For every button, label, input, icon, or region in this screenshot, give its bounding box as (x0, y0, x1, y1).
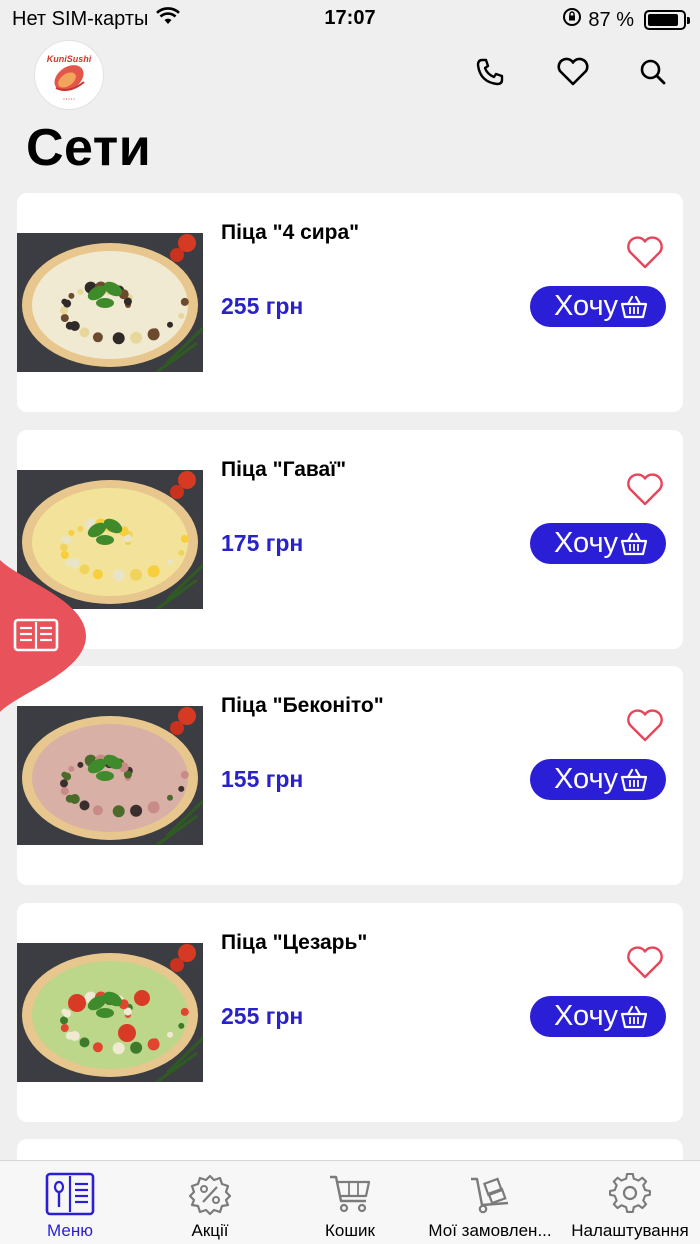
want-button[interactable]: Хочу (530, 996, 666, 1037)
battery-percent: 87 % (588, 8, 634, 31)
want-button[interactable]: Хочу (530, 523, 666, 564)
favorite-heart-icon[interactable] (625, 708, 665, 744)
product-card[interactable]: Піца "4 сира" 255 грн Хочу (17, 193, 683, 412)
cart-icon (325, 1171, 375, 1217)
want-button[interactable]: Хочу (530, 759, 666, 800)
menu-book-icon (45, 1171, 95, 1217)
settings-icon (605, 1171, 655, 1217)
tab-settings[interactable]: Налаштування (560, 1161, 700, 1244)
battery-icon (644, 10, 690, 30)
catalog-side-tab[interactable] (0, 560, 88, 712)
search-icon[interactable] (635, 54, 671, 90)
bottom-tab-bar: Меню Акції Кошик Мої замовлен... Налашту… (0, 1160, 700, 1244)
product-image[interactable] (17, 233, 203, 372)
brand-logo[interactable]: KuniSushi • • • • • (34, 40, 104, 110)
product-image[interactable] (17, 706, 203, 845)
tab-promotions[interactable]: Акції (140, 1161, 280, 1244)
tab-label: Акції (191, 1221, 229, 1240)
product-card[interactable]: Піца "Цезарь" 255 грн Хочу (17, 903, 683, 1122)
product-name[interactable]: Піца "Беконіто" (221, 694, 384, 718)
svg-text:• • • • •: • • • • • (63, 96, 75, 101)
favorite-heart-icon[interactable] (625, 472, 665, 508)
phone-icon[interactable] (472, 54, 508, 90)
product-price: 155 грн (221, 766, 304, 792)
product-card[interactable]: Піца "Беконіто" 155 грн Хочу (17, 666, 683, 885)
delivery-cart-icon (465, 1171, 515, 1217)
discount-gear-icon (185, 1171, 235, 1217)
product-name[interactable]: Піца "4 сира" (221, 221, 359, 245)
top-bar: KuniSushi • • • • • (0, 36, 700, 112)
favorite-heart-icon[interactable] (625, 945, 665, 981)
basket-icon (620, 767, 648, 793)
tab-label: Налаштування (571, 1221, 689, 1240)
want-button-label: Хочу (553, 290, 619, 322)
favorite-heart-icon[interactable] (625, 235, 665, 271)
status-bar: Нет SIM-карты 17:07 87 % (0, 0, 700, 36)
tab-label: Меню (47, 1221, 93, 1240)
svg-text:KuniSushi: KuniSushi (47, 54, 92, 64)
heart-icon[interactable] (555, 54, 591, 90)
product-image[interactable] (17, 943, 203, 1082)
basket-icon (620, 531, 648, 557)
product-price: 255 грн (221, 1003, 304, 1029)
product-card[interactable]: Піца "Гаваї" 175 грн Хочу (17, 430, 683, 649)
product-price: 255 грн (221, 293, 304, 319)
tab-my-orders[interactable]: Мої замовлен... (420, 1161, 560, 1244)
product-name[interactable]: Піца "Гаваї" (221, 458, 346, 482)
page-title: Сети (26, 119, 152, 177)
status-right: 87 % (562, 7, 690, 33)
rotation-lock-icon (562, 7, 582, 33)
want-button-label: Хочу (553, 1000, 619, 1032)
product-price: 175 грн (221, 530, 304, 556)
want-button-label: Хочу (553, 527, 619, 559)
tab-label: Кошик (325, 1221, 375, 1240)
basket-icon (620, 1004, 648, 1030)
want-button-label: Хочу (553, 763, 619, 795)
tab-menu[interactable]: Меню (0, 1161, 140, 1244)
tab-cart[interactable]: Кошик (280, 1161, 420, 1244)
want-button[interactable]: Хочу (530, 286, 666, 327)
tab-label: Мої замовлен... (428, 1221, 552, 1240)
product-name[interactable]: Піца "Цезарь" (221, 931, 367, 955)
basket-icon (620, 294, 648, 320)
